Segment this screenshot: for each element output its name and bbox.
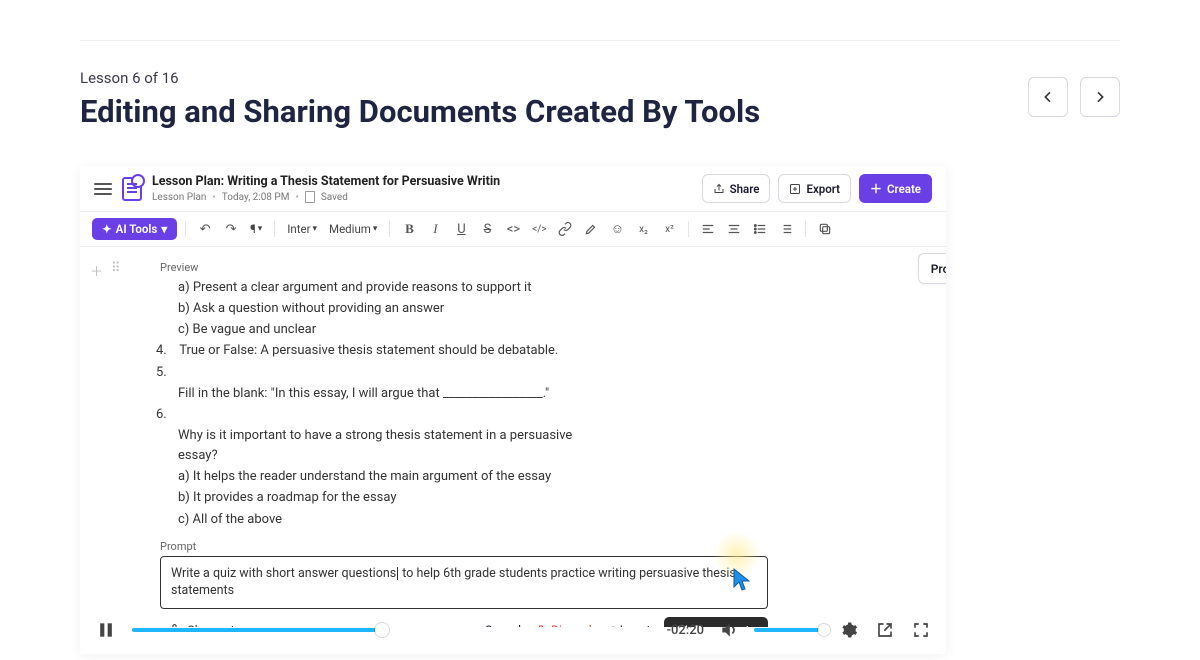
link-icon[interactable] <box>554 218 576 240</box>
plus-icon[interactable]: ＋ <box>90 261 103 280</box>
video-controls: -02:20 <box>80 606 946 654</box>
prompt-input[interactable]: Write a quiz with short answer questions… <box>160 556 768 609</box>
volume-bar[interactable] <box>754 628 824 632</box>
pause-button[interactable] <box>94 618 118 642</box>
time-remaining: -02:20 <box>667 623 704 638</box>
progress-knob[interactable] <box>375 623 389 637</box>
menu-icon[interactable] <box>94 180 112 198</box>
align-center-icon[interactable] <box>723 218 745 240</box>
undo-icon[interactable]: ↶ <box>194 218 216 240</box>
volume-button[interactable] <box>718 619 740 641</box>
align-left-icon[interactable] <box>697 218 719 240</box>
popout-button[interactable] <box>874 619 896 641</box>
drag-handle-icon[interactable]: ⠿ <box>111 261 121 280</box>
share-button[interactable]: Share <box>702 174 771 203</box>
strikethrough-icon[interactable]: S <box>476 218 498 240</box>
code-icon[interactable]: <> <box>502 218 524 240</box>
paragraph-style-select[interactable]: ¶ ▾ <box>246 220 266 238</box>
page-title: Editing and Sharing Documents Created By… <box>80 93 760 130</box>
ai-tools-button[interactable]: ✦ AI Tools ▾ <box>92 218 177 240</box>
settings-button[interactable] <box>838 619 860 641</box>
plus-icon: ＋ <box>870 180 882 197</box>
highlight-icon[interactable] <box>580 218 602 240</box>
bold-icon[interactable]: B <box>398 218 420 240</box>
document-title: Lesson Plan: Writing a Thesis Statement … <box>152 174 500 189</box>
underline-icon[interactable]: U <box>450 218 472 240</box>
bullet-list-icon[interactable] <box>749 218 771 240</box>
font-size-select[interactable]: Medium ▾ <box>325 220 381 238</box>
document-meta: Lesson Plan Today, 2:08 PM Saved <box>152 191 500 203</box>
numbered-list-icon[interactable] <box>775 218 797 240</box>
prev-lesson-button[interactable] <box>1028 77 1068 117</box>
editor-body: ＋ ⠿ Prompt ⓘ ⌄ Preview a) Present a clea… <box>80 247 946 627</box>
prompt-panel-toggle[interactable]: Prompt ⓘ ⌄ <box>918 253 946 284</box>
preview-label: Preview <box>160 261 926 274</box>
copy-icon[interactable] <box>814 218 836 240</box>
lesson-counter: Lesson 6 of 16 <box>80 69 760 87</box>
create-button[interactable]: ＋ Create <box>859 174 932 203</box>
emoji-icon[interactable]: ☺ <box>606 218 628 240</box>
next-lesson-button[interactable] <box>1080 77 1120 117</box>
font-family-select[interactable]: Inter ▾ <box>283 220 321 238</box>
superscript-icon[interactable]: x² <box>658 218 680 240</box>
subscript-icon[interactable]: x₂ <box>632 218 654 240</box>
redo-icon[interactable]: ↷ <box>220 218 242 240</box>
sparkle-icon: ✦ <box>102 222 112 236</box>
app-header: Lesson Plan: Writing a Thesis Statement … <box>80 166 946 212</box>
fullscreen-button[interactable] <box>910 619 932 641</box>
code-block-icon[interactable]: </> <box>528 218 550 240</box>
italic-icon[interactable]: I <box>424 218 446 240</box>
progress-bar[interactable] <box>132 628 653 632</box>
export-icon <box>789 183 801 195</box>
video-player: Lesson Plan: Writing a Thesis Statement … <box>80 166 946 654</box>
volume-knob[interactable] <box>818 624 830 636</box>
prompt-label: Prompt <box>160 540 926 553</box>
editor-toolbar: ✦ AI Tools ▾ ↶ ↷ ¶ ▾ Inter ▾ Medium ▾ B … <box>80 212 946 247</box>
preview-content: a) Present a clear argument and provide … <box>178 278 708 530</box>
saved-icon <box>305 191 315 203</box>
export-button[interactable]: Export <box>778 174 851 203</box>
document-icon <box>122 177 142 201</box>
add-block-gutter[interactable]: ＋ ⠿ <box>90 261 121 280</box>
share-icon <box>713 183 725 195</box>
chevron-down-icon: ▾ <box>161 222 167 236</box>
